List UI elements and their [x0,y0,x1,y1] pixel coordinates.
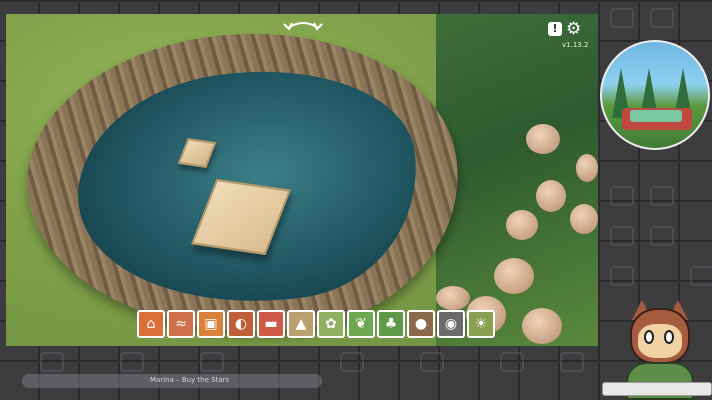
gear-icon[interactable]: ⚙ [566,20,584,38]
pink-bush [536,180,566,212]
paths-tool[interactable]: ≈ [167,310,195,338]
tile-icon [200,352,224,372]
frame-icon: ▣ [204,316,218,332]
house-icon: ⌂ [146,316,156,332]
tile-icon [560,352,584,372]
pink-bush [526,124,560,154]
flower-icon: ✿ [325,316,337,332]
mascot-keyboard [602,382,712,396]
terrain-icon: ▲ [295,316,307,332]
tile-icon [650,8,674,28]
pink-bush [506,210,538,240]
leaf-icon: ❦ [355,316,367,332]
plants-tool[interactable]: ❦ [347,310,375,338]
tile-icon [420,352,444,372]
tree-icon: ♣ [384,316,398,332]
time-tool[interactable]: ☀ [467,310,495,338]
mascot-eye [644,330,654,344]
webcam-overlay [600,40,710,150]
rotate-camera-icon[interactable] [282,16,324,36]
tile-icon [650,186,674,206]
trees-tool[interactable]: ♣ [377,310,405,338]
palette-icon: ◐ [234,316,248,332]
camera-icon: ◉ [444,316,458,332]
sun-icon: ☀ [474,316,488,332]
flowers-tool[interactable]: ✿ [317,310,345,338]
camera-tool[interactable]: ◉ [437,310,465,338]
terrain-tool[interactable]: ▲ [287,310,315,338]
pink-bush [522,308,562,344]
tile-icon [610,186,634,206]
pink-bush [570,204,598,234]
pink-bush [576,154,598,182]
version-label: v1.13.2 [562,41,589,49]
eraser-icon: ▬ [264,316,278,332]
build-toolbar: ⌂ ≈ ▣ ◐ ▬ ▲ ✿ ❦ ♣ ● ◉ ☀ [137,310,495,340]
pink-bush [436,286,470,310]
report-icon[interactable]: ! [548,22,562,36]
now-playing-text: Marina – Buy the Stars [150,376,230,384]
tile-icon [650,226,674,246]
pink-bush [494,258,534,294]
tile-icon [500,352,524,372]
path-icon: ≈ [175,316,187,332]
tile-icon [610,226,634,246]
tile-icon [120,352,144,372]
tile-icon [690,266,712,286]
eraser-tool[interactable]: ▬ [257,310,285,338]
tile-icon [610,8,634,28]
seed-icon: ● [414,316,428,332]
paint-tool[interactable]: ◐ [227,310,255,338]
frames-tool[interactable]: ▣ [197,310,225,338]
tile-icon [610,266,634,286]
tile-icon [40,352,64,372]
seeds-tool[interactable]: ● [407,310,435,338]
tile-icon [340,352,364,372]
buildings-tool[interactable]: ⌂ [137,310,165,338]
green-bed [630,110,682,122]
mascot-eye [664,330,674,344]
game-viewport[interactable] [6,14,598,346]
